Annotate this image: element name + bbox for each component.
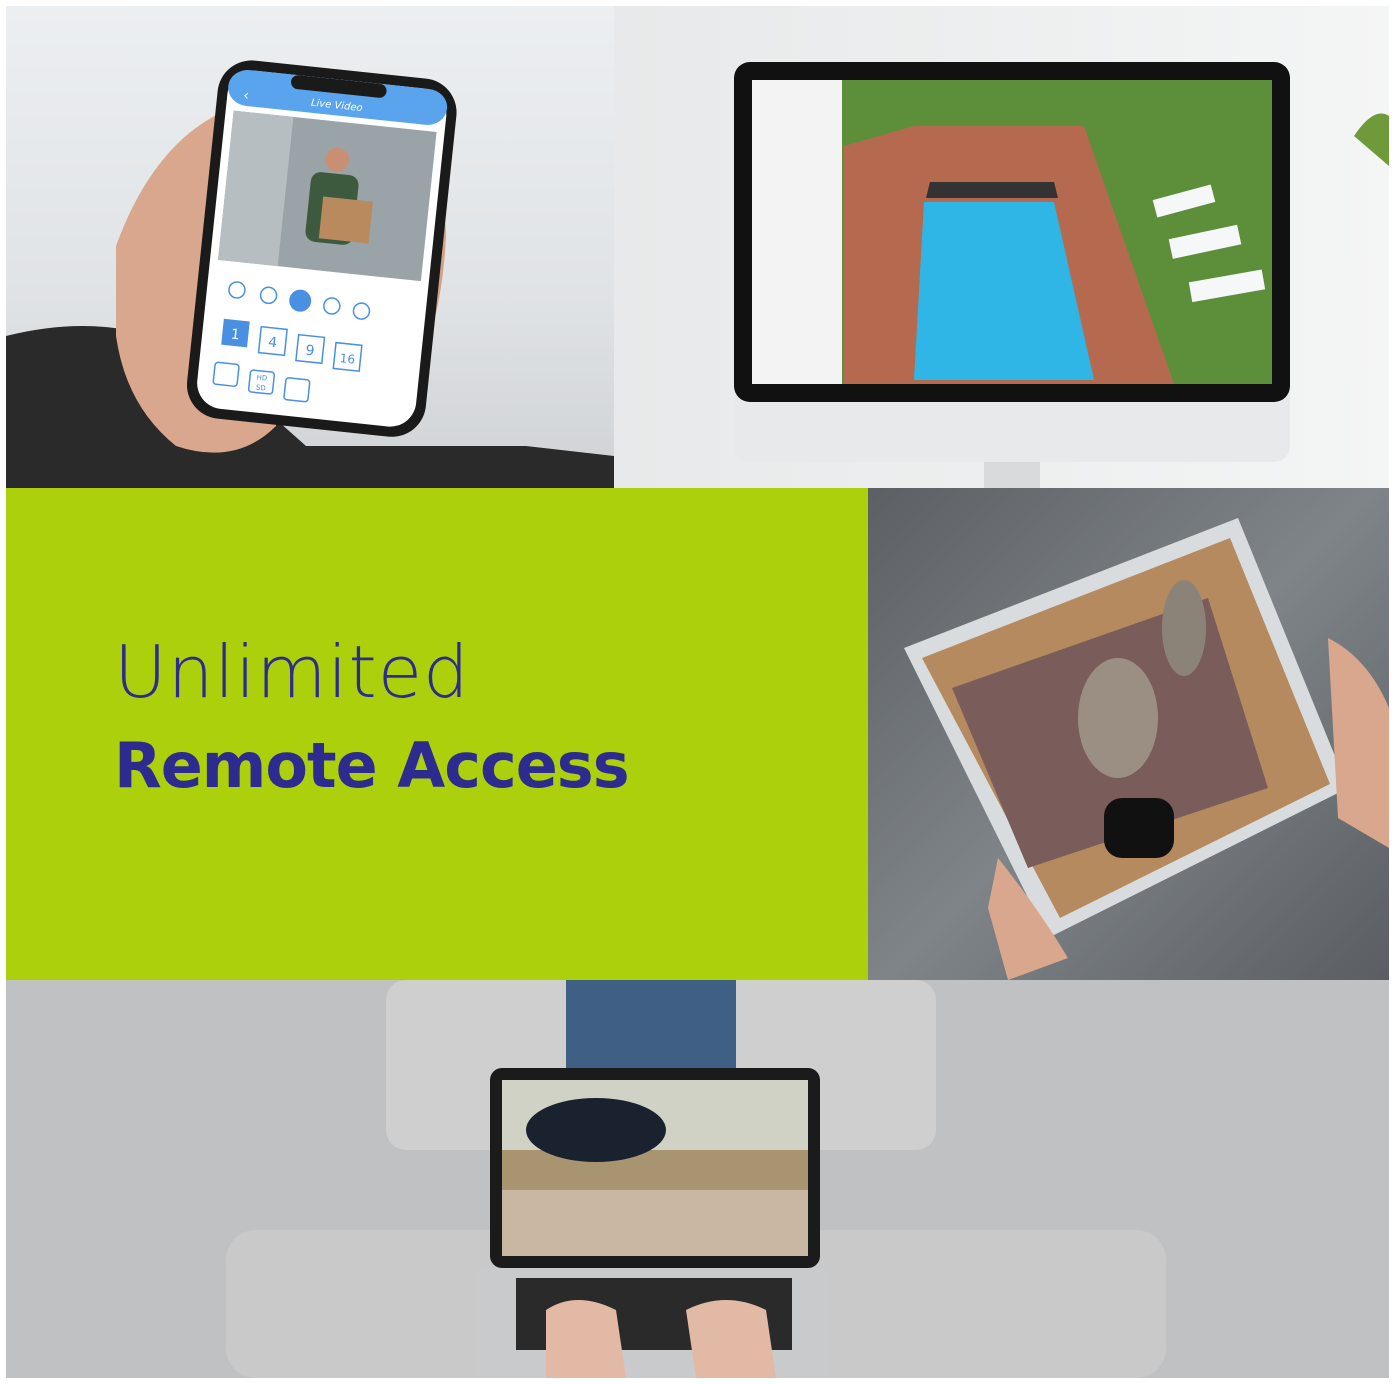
jeans-legs <box>566 980 736 1070</box>
headline-panel: Unlimited Remote Access <box>6 488 868 980</box>
phone-scene: Live Video ‹ 1 4 9 16 HD SD <box>6 60 614 488</box>
left-typing-hand <box>546 1300 626 1378</box>
grid-button-16-label: 16 <box>339 351 356 367</box>
tablet-photo <box>868 488 1389 980</box>
fence-wall <box>502 1190 808 1256</box>
tablet-scene <box>904 518 1389 980</box>
right-typing-hand <box>686 1300 776 1378</box>
phone-photo: Live Video ‹ 1 4 9 16 HD SD <box>6 6 614 488</box>
black-shoes <box>1104 798 1174 858</box>
laptop-photo <box>6 980 1389 1378</box>
grid-button-9-label: 9 <box>305 343 316 360</box>
collage-frame: Live Video ‹ 1 4 9 16 HD SD Unlimited Re… <box>6 6 1389 1378</box>
hd-badge: HD <box>256 374 267 383</box>
right-hand <box>1328 638 1389 848</box>
monitor-photo <box>614 6 1389 488</box>
headline-line-remote-access: Remote Access <box>114 729 630 802</box>
cat-sitting <box>1078 658 1158 778</box>
cat-standing <box>1162 580 1206 676</box>
grid-button-4-label: 4 <box>267 335 278 352</box>
pool-cover <box>926 182 1058 198</box>
package-box <box>318 196 373 244</box>
sd-badge: SD <box>256 384 267 393</box>
plant-leaf <box>1354 113 1389 166</box>
monitor-scene <box>734 62 1389 488</box>
parked-car <box>526 1098 666 1162</box>
headline: Unlimited Remote Access <box>114 628 630 816</box>
headline-line-unlimited: Unlimited <box>114 630 470 714</box>
laptop-scene <box>6 980 1389 1378</box>
monitor-stand <box>984 462 1040 488</box>
house-wall <box>752 80 842 384</box>
grid-button-1-label: 1 <box>230 327 241 344</box>
